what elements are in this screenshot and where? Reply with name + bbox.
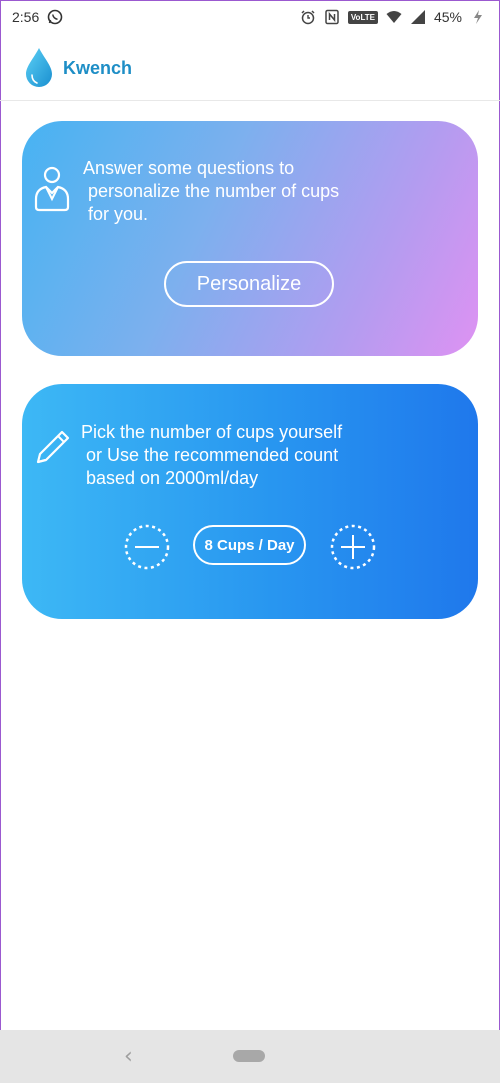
app-header: Kwench [0,36,500,101]
back-chevron-icon[interactable]: ‹ [124,1044,133,1069]
personalize-description: Answer some questions to personalize the… [83,158,340,224]
pick-cups-card: Pick the number of cups yourself or Use … [22,384,478,619]
pick-cups-description: Pick the number of cups yourself or Use … [81,422,343,488]
signal-icon [410,10,425,24]
status-time: 2:56 [12,9,40,25]
volte-icon: VoLTE [347,10,378,24]
plus-icon[interactable] [329,523,377,571]
personalize-card: Answer some questions to personalize the… [22,121,478,356]
personalize-button[interactable]: Personalize [164,261,334,307]
battery-percent: 45% [433,9,462,25]
battery-icon [474,10,482,24]
whatsapp-icon [47,9,63,25]
app-title: Kwench [63,58,133,78]
person-icon [34,166,70,212]
water-drop-icon [26,48,52,87]
nfc-icon [325,9,339,25]
cups-per-day-value[interactable]: 8 Cups / Day [193,525,306,565]
alarm-icon [301,10,315,25]
status-bar: 2:56 VoLTE 45% [0,0,500,36]
home-pill-icon[interactable] [233,1050,265,1062]
wifi-icon [386,11,402,23]
system-nav-bar: ‹ [0,1030,500,1083]
pencil-icon [36,430,70,464]
minus-icon[interactable] [123,523,171,571]
